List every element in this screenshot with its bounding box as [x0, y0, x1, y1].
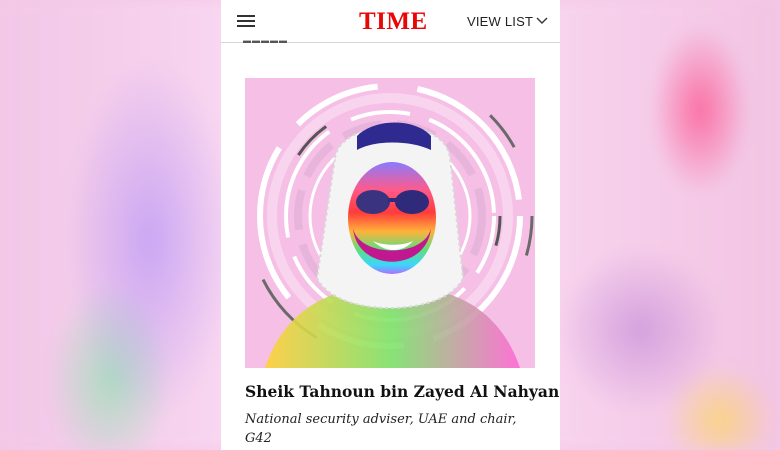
person-role: National security adviser, UAE and chair… [245, 412, 517, 446]
portrait-illustration [245, 78, 535, 368]
mobile-page: TIME VIEW LIST ▬▬▬▬▬ Sheik Tahnoun bin Z… [221, 0, 560, 450]
top-navigation-bar: TIME VIEW LIST [221, 0, 560, 43]
time-logo[interactable]: TIME [359, 8, 428, 36]
cropped-text-line: ▬▬▬▬▬ [243, 39, 288, 45]
portrait-artwork [246, 78, 534, 368]
hamburger-menu-icon[interactable] [237, 15, 255, 27]
view-list-button[interactable]: VIEW LIST [467, 14, 533, 29]
person-name[interactable]: Sheik Tahnoun bin Zayed Al Nahyan [245, 382, 559, 401]
chevron-down-icon[interactable] [536, 15, 548, 25]
